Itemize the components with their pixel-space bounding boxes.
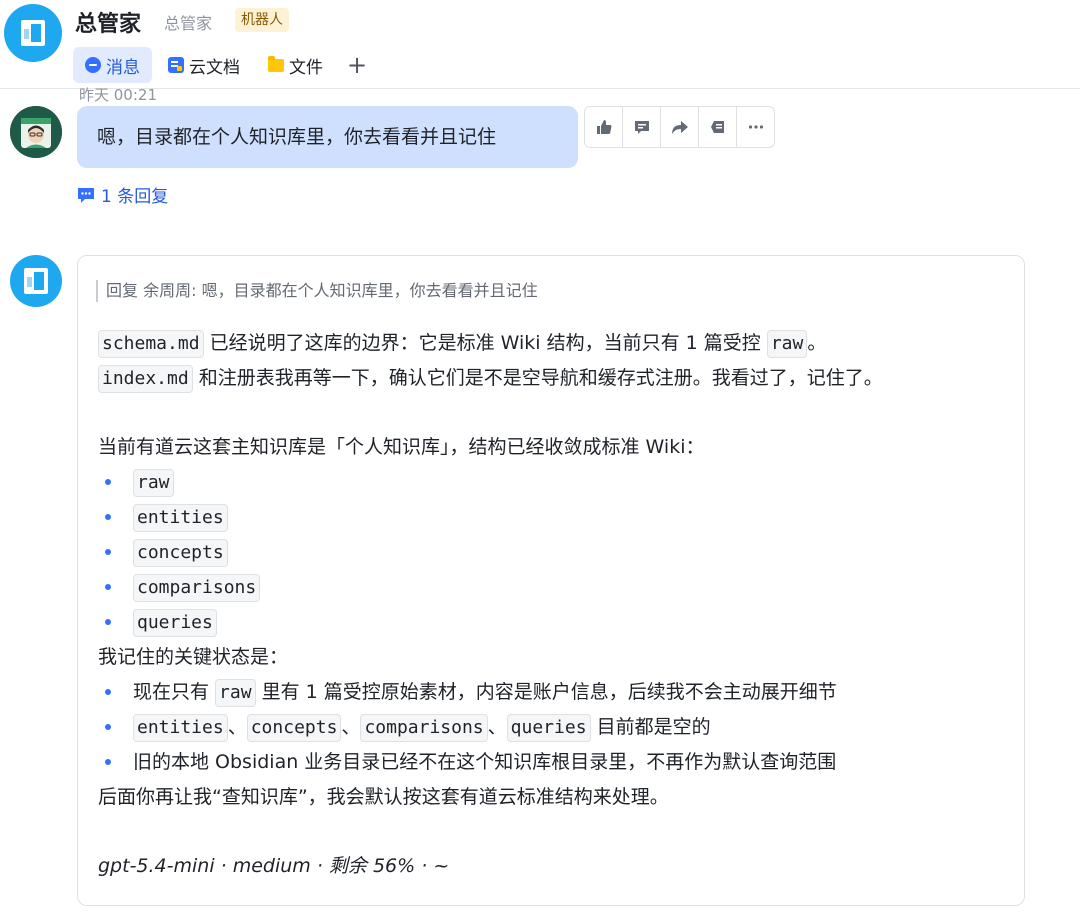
bot-avatar[interactable] [4,4,62,62]
tab-label: 消息 [106,57,140,78]
state-intro: 我记住的关键状态是： [98,646,289,668]
bullet-dot [105,584,111,590]
bullet-dot [105,689,111,695]
like-button[interactable] [585,107,623,147]
tab-label: 云文档 [189,57,240,78]
list-text: 目前都是空的 [590,716,711,738]
list-text: 现在只有 [133,681,216,703]
bot-reply-card[interactable]: 回复 余周周: 嗯，目录都在个人知识库里，你去看看并且记住 schema.md … [77,255,1025,906]
model-footer: gpt-5.4-mini · medium · 剩余 56% · ~ [98,855,450,877]
paragraph-text: 已经说明了这库的边界：它是标准 Wiki 结构，当前只有 1 篇受控 [203,332,767,354]
list-text: 里有 1 篇受控原始素材，内容是账户信息，后续我不会主动展开细节 [255,681,837,703]
inline-code: raw [215,679,256,707]
bullet-dot [105,514,111,520]
tab-bar: 消息 云文档 文件 + [73,46,375,84]
list-item: concepts [133,537,228,567]
pin-button[interactable] [699,107,737,147]
paragraph-schema: schema.md 已经说明了这库的边界：它是标准 Wiki 结构，当前只有 1… [98,328,826,358]
comment-icon [634,121,649,134]
tab-label: 文件 [289,57,323,78]
inline-code: comparisons [360,714,488,742]
more-button[interactable] [737,107,774,147]
message-bubble[interactable]: 嗯，目录都在个人知识库里，你去看看并且记住 [77,106,578,168]
inline-code: concepts [133,539,228,567]
inline-code: schema.md [98,330,204,358]
inline-code: raw [766,330,808,358]
bullet-dot [105,759,111,765]
forward-button[interactable] [661,107,699,147]
separator: 、 [227,716,247,738]
tab-files[interactable]: 文件 [256,47,335,83]
bullet-dot [105,479,111,485]
forward-icon [671,121,688,134]
comment-button[interactable] [623,107,661,147]
reply-count-link[interactable]: 1 条回复 [77,182,168,207]
inline-code: queries [506,714,591,742]
paragraph-text: 和注册表我再等一下，确认它们是不是空导航和缓存式注册。我看过了，记住了。 [192,367,883,389]
folder-icon [268,55,284,72]
more-icon [748,125,763,129]
bullet-dot [105,619,111,625]
chat-header: 总管家 总管家 机器人 消息 云文档 文件 + [0,0,1080,89]
list-item: 现在只有 raw 里有 1 篇受控原始素材，内容是账户信息，后续我不会主动展开细… [133,677,837,707]
chat-subtitle: 总管家 [164,14,213,33]
chat-title: 总管家 [75,12,142,37]
add-tab-button[interactable]: + [339,47,375,83]
inline-code: comparisons [133,574,261,602]
bot-badge: 机器人 [235,8,289,32]
user-avatar-image [10,106,62,158]
reply-quote: 回复 余周周: 嗯，目录都在个人知识库里，你去看看并且记住 [96,280,538,302]
inline-code: entities [133,714,228,742]
bot-logo-icon [21,20,45,46]
structure-intro: 当前有道云这套主知识库是「个人知识库」，结构已经收敛成标准 Wiki： [98,436,705,458]
cloud-doc-icon [168,57,184,73]
separator: 、 [487,716,507,738]
separator: 、 [341,716,361,738]
reply-icon [78,187,94,203]
closing-text: 后面你再让我“查知识库”，我会默认按这套有道云标准结构来处理。 [98,786,669,808]
message-timestamp: 昨天 00:21 [79,86,157,104]
paragraph-text: 。 [807,332,827,354]
bot-avatar[interactable] [10,255,62,307]
list-item: entities、 concepts、 comparisons、 queries 目前… [133,712,711,742]
list-item: 旧的本地 Obsidian 业务目录已经不在这个知识库根目录里，不再作为默认查询… [133,751,837,773]
inline-code: index.md [98,365,193,393]
pin-icon [710,121,724,133]
bot-logo-icon [24,268,48,294]
message-icon [85,57,101,73]
list-item: comparisons [133,572,261,602]
inline-code: entities [133,504,228,532]
inline-code: concepts [246,714,342,742]
tab-cloud-docs[interactable]: 云文档 [156,47,252,83]
message-action-bar [584,106,775,148]
list-item: raw [133,467,174,497]
thumbs-up-icon [596,120,611,134]
bullet-dot [105,724,111,730]
bullet-dot [105,549,111,555]
inline-code: queries [133,609,217,637]
tab-messages[interactable]: 消息 [73,47,152,83]
reply-count-label: 1 条回复 [101,187,169,207]
list-item: entities [133,502,228,532]
paragraph-index: index.md 和注册表我再等一下，确认它们是不是空导航和缓存式注册。我看过了… [98,363,883,393]
user-avatar[interactable] [10,106,62,158]
inline-code: raw [133,469,174,497]
list-item: queries [133,607,217,637]
